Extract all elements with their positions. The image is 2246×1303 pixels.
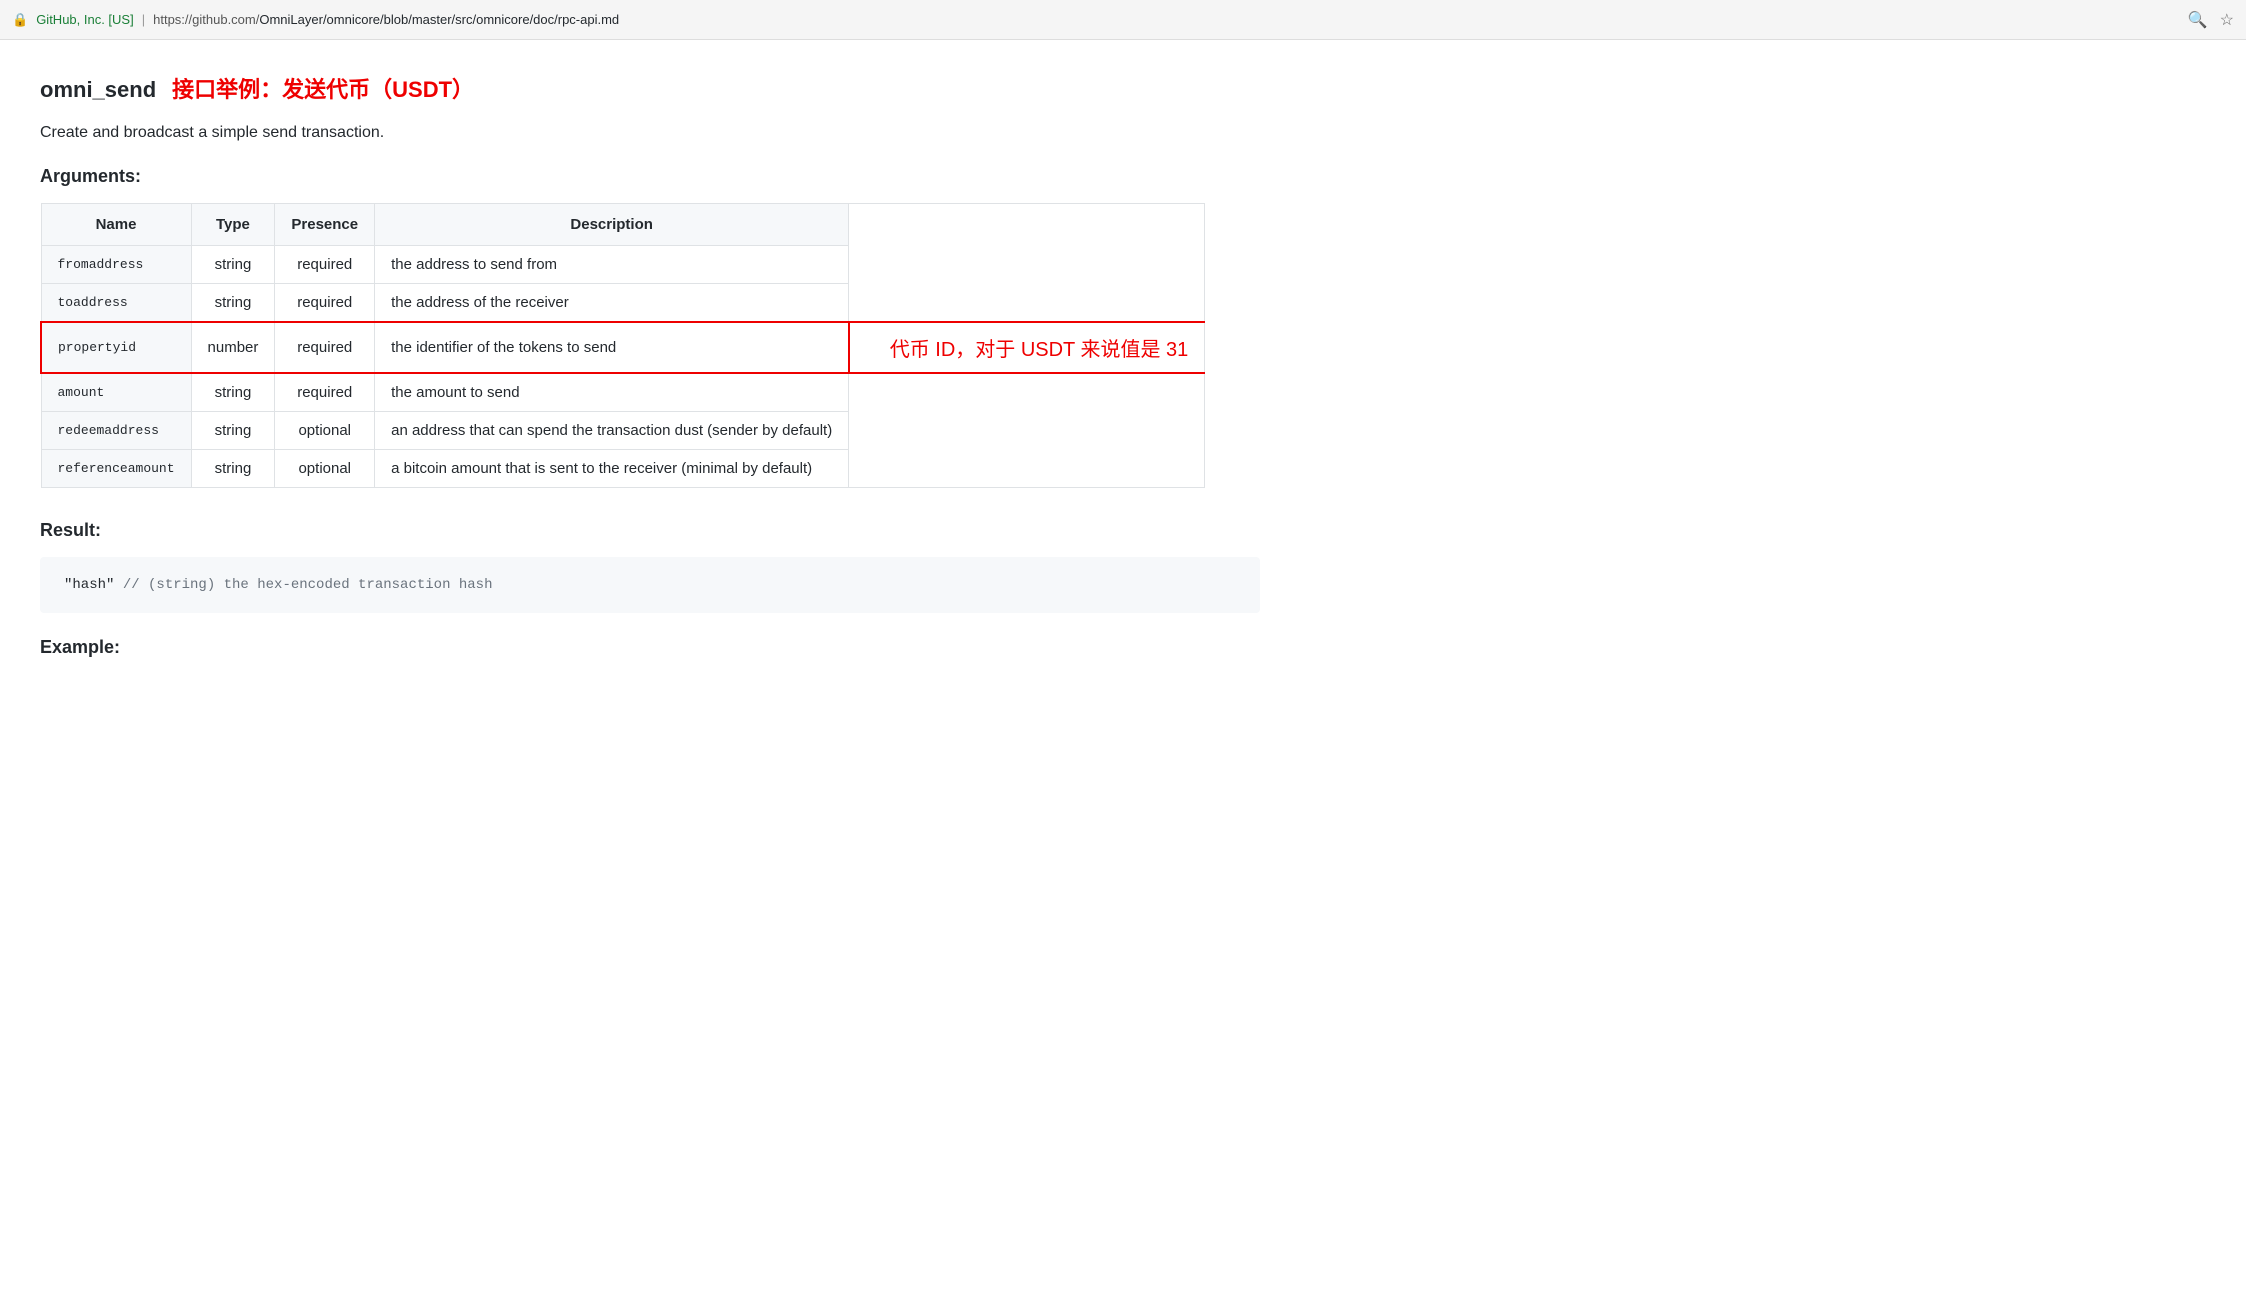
cell-description: the address to send from xyxy=(375,246,849,284)
table-row: propertyidnumberrequiredthe identifier o… xyxy=(41,322,1205,373)
cell-presence: optional xyxy=(275,412,375,450)
empty-annotation-cell xyxy=(849,284,1205,323)
table-row: redeemaddressstringoptionalan address th… xyxy=(41,412,1205,450)
api-name: omni_send xyxy=(40,77,156,103)
site-info: GitHub, Inc. [US] xyxy=(36,12,134,27)
col-header-presence: Presence xyxy=(275,204,375,246)
result-heading: Result: xyxy=(40,520,1260,541)
result-code-main: "hash" xyxy=(64,577,123,593)
cell-type: string xyxy=(191,284,275,323)
cell-type: string xyxy=(191,450,275,488)
result-code: "hash" // (string) the hex-encoded trans… xyxy=(64,577,492,593)
empty-annotation-cell xyxy=(849,373,1205,412)
table-header-row: Name Type Presence Description xyxy=(41,204,1205,246)
url-bar[interactable]: https://github.com/OmniLayer/omnicore/bl… xyxy=(153,12,2180,27)
result-section: Result: "hash" // (string) the hex-encod… xyxy=(40,520,1260,613)
url-base: https://github.com/ xyxy=(153,12,259,27)
cell-description: the amount to send xyxy=(375,373,849,412)
page-description: Create and broadcast a simple send trans… xyxy=(40,124,1260,142)
table-row: referenceamountstringoptionala bitcoin a… xyxy=(41,450,1205,488)
search-icon[interactable]: 🔍 xyxy=(2188,10,2208,30)
cell-presence: required xyxy=(275,322,375,373)
cell-type: string xyxy=(191,246,275,284)
cell-type: string xyxy=(191,412,275,450)
cell-presence: optional xyxy=(275,450,375,488)
cell-type: string xyxy=(191,373,275,412)
arguments-table: Name Type Presence Description fromaddre… xyxy=(40,203,1205,488)
cell-name: referenceamount xyxy=(41,450,191,488)
cell-name: redeemaddress xyxy=(41,412,191,450)
highlighted-annotation: 代币 ID，对于 USDT 来说值是 31 xyxy=(849,322,1205,373)
cell-presence: required xyxy=(275,373,375,412)
result-code-comment: // (string) the hex-encoded transaction … xyxy=(123,577,493,593)
cell-type: number xyxy=(191,322,275,373)
col-header-type: Type xyxy=(191,204,275,246)
url-path: OmniLayer/omnicore/blob/master/src/omnic… xyxy=(259,12,619,27)
table-row: toaddressstringrequiredthe address of th… xyxy=(41,284,1205,323)
cell-description: the identifier of the tokens to send xyxy=(375,322,849,373)
cell-description: a bitcoin amount that is sent to the rec… xyxy=(375,450,849,488)
browser-icons: 🔍 ☆ xyxy=(2188,10,2234,30)
table-row: fromaddressstringrequiredthe address to … xyxy=(41,246,1205,284)
main-content: omni_send 接口举例：发送代币（USDT） Create and bro… xyxy=(0,40,1300,706)
cell-presence: required xyxy=(275,284,375,323)
page-subtitle: 接口举例：发送代币（USDT） xyxy=(172,72,474,104)
empty-annotation-cell xyxy=(849,412,1205,450)
table-row: amountstringrequiredthe amount to send xyxy=(41,373,1205,412)
page-title-row: omni_send 接口举例：发送代币（USDT） xyxy=(40,72,1260,104)
cell-description: an address that can spend the transactio… xyxy=(375,412,849,450)
annotation-text: 代币 ID，对于 USDT 来说值是 31 xyxy=(870,339,1189,361)
url-separator: | xyxy=(142,12,145,27)
empty-annotation-cell xyxy=(849,450,1205,488)
cell-name: toaddress xyxy=(41,284,191,323)
col-header-description: Description xyxy=(375,204,849,246)
cell-presence: required xyxy=(275,246,375,284)
example-heading: Example: xyxy=(40,637,1260,658)
cell-name: propertyid xyxy=(41,322,191,373)
cell-name: fromaddress xyxy=(41,246,191,284)
star-icon[interactable]: ☆ xyxy=(2220,10,2234,30)
cell-name: amount xyxy=(41,373,191,412)
annotation-col-header xyxy=(849,204,1205,246)
empty-annotation-cell xyxy=(849,246,1205,284)
browser-bar: 🔒 GitHub, Inc. [US] | https://github.com… xyxy=(0,0,2246,40)
arguments-heading: Arguments: xyxy=(40,166,1260,187)
result-code-block: "hash" // (string) the hex-encoded trans… xyxy=(40,557,1260,613)
lock-icon: 🔒 xyxy=(12,12,28,28)
cell-description: the address of the receiver xyxy=(375,284,849,323)
col-header-name: Name xyxy=(41,204,191,246)
